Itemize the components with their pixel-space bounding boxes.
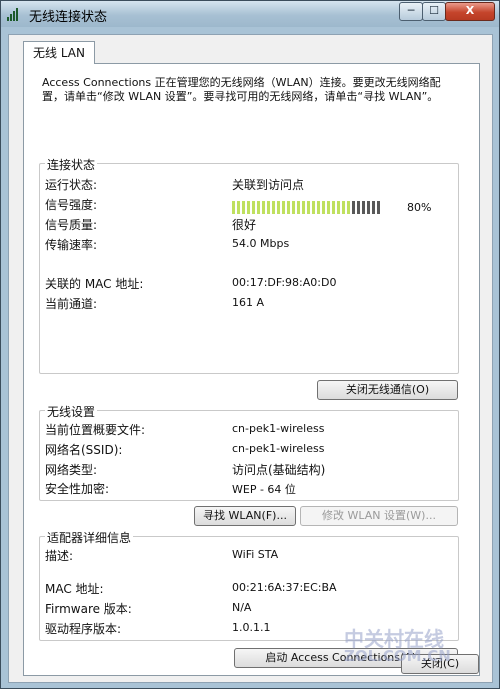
watermark-url-text: ZOL.COM.CN <box>344 647 451 665</box>
signal-bar-segment <box>312 201 315 214</box>
signal-bar-segment <box>367 201 370 214</box>
signal-bar-segment <box>342 201 345 214</box>
signal-bar-segment <box>272 201 275 214</box>
signal-bar-segment <box>337 201 340 214</box>
group-legend: 无线设置 <box>45 403 98 420</box>
signal-quality-label: 信号质量: <box>45 218 98 232</box>
signal-bar-segment <box>282 201 285 214</box>
signal-bar-segment <box>267 201 270 214</box>
maximize-button[interactable]: ☐ <box>422 2 446 21</box>
close-icon: X <box>465 4 475 17</box>
signal-bar-segment <box>237 201 240 214</box>
tab-wireless-lan[interactable]: 无线 LAN <box>23 41 95 64</box>
adapter-mac-value: 00:21:6A:37:EC:BA <box>232 581 337 594</box>
location-profile-value: cn-pek1-wireless <box>232 422 325 435</box>
connection-status-group: 连接状态 运行状态: 关联到访问点 信号强度: 80% 信号质量: 很好 传输速… <box>39 156 459 374</box>
signal-bar-segment <box>257 201 260 214</box>
firmware-version-value: N/A <box>232 601 252 614</box>
signal-bar-segment <box>242 201 245 214</box>
current-channel-value: 161 A <box>232 296 265 309</box>
network-type-value: 访问点(基础结构) <box>232 463 326 477</box>
signal-bar-segment <box>302 201 305 214</box>
signal-bar-segment <box>317 201 320 214</box>
disable-wireless-button[interactable]: 关闭无线通信(O) <box>317 380 458 400</box>
signal-bar-segment <box>247 201 250 214</box>
client-area: 无线 LAN Access Connections 正在管理您的无线网络（WLA… <box>8 34 493 683</box>
security-value: WEP - 64 位 <box>232 483 296 496</box>
signal-bar-segment <box>357 201 360 214</box>
run-status-value: 关联到访问点 <box>232 178 305 192</box>
signal-bar-segment <box>332 201 335 214</box>
current-channel-label: 当前通道: <box>45 297 98 311</box>
driver-version-label: 驱动程序版本: <box>45 622 122 636</box>
security-label: 安全性加密: <box>45 482 110 496</box>
firmware-version-label: Firmware 版本: <box>45 602 132 616</box>
signal-bar-segment <box>307 201 310 214</box>
signal-bar-segment <box>297 201 300 214</box>
ssid-label: 网络名(SSID): <box>45 443 123 457</box>
signal-quality-value: 很好 <box>232 218 257 232</box>
adapter-mac-label: MAC 地址: <box>45 582 104 596</box>
network-type-label: 网络类型: <box>45 463 98 477</box>
tab-panel: Access Connections 正在管理您的无线网络（WLAN）连接。要更… <box>23 63 480 676</box>
associated-mac-label: 关联的 MAC 地址: <box>45 277 144 291</box>
transfer-rate-value: 54.0 Mbps <box>232 237 290 250</box>
intro-text: Access Connections 正在管理您的无线网络（WLAN）连接。要更… <box>42 76 441 103</box>
minimize-button[interactable]: ─ <box>399 2 423 21</box>
signal-bar-segment <box>252 201 255 214</box>
signal-strength-label: 信号强度: <box>45 198 98 212</box>
description-value: WiFi STA <box>232 548 279 561</box>
modify-wlan-settings-button[interactable]: 修改 WLAN 设置(W)... <box>300 506 458 526</box>
signal-bar-segment <box>277 201 280 214</box>
minimize-icon: ─ <box>407 4 415 17</box>
signal-bar-segment <box>287 201 290 214</box>
signal-bar-segment <box>352 201 355 214</box>
transfer-rate-label: 传输速率: <box>45 238 98 252</box>
signal-strength-bar <box>232 201 385 214</box>
driver-version-value: 1.0.1.1 <box>232 621 271 634</box>
wireless-settings-group: 无线设置 当前位置概要文件: cn-pek1-wireless 网络名(SSID… <box>39 403 459 501</box>
signal-strength-value: 80% <box>407 201 432 214</box>
signal-bar-segment <box>362 201 365 214</box>
ssid-value: cn-pek1-wireless <box>232 442 325 455</box>
signal-bar-segment <box>327 201 330 214</box>
group-legend: 连接状态 <box>45 156 98 173</box>
run-status-label: 运行状态: <box>45 178 98 192</box>
signal-bar-segment <box>372 201 375 214</box>
window-title: 无线连接状态 <box>29 10 108 25</box>
signal-bar-segment <box>377 201 380 214</box>
associated-mac-value: 00:17:DF:98:A0:D0 <box>232 276 337 289</box>
signal-bar-segment <box>322 201 325 214</box>
signal-bar-segment <box>232 201 235 214</box>
location-profile-label: 当前位置概要文件: <box>45 423 146 437</box>
signal-bar-segment <box>347 201 350 214</box>
status-window: 无线连接状态 ─ ☐ X 无线 LAN Access Connections 正… <box>0 0 500 689</box>
signal-app-icon <box>7 7 21 21</box>
find-wlan-button[interactable]: 寻找 WLAN(F)... <box>194 506 296 526</box>
close-window-button[interactable]: X <box>445 2 495 21</box>
signal-bar-segment <box>292 201 295 214</box>
group-legend: 适配器详细信息 <box>45 529 134 546</box>
title-bar: 无线连接状态 ─ ☐ X <box>1 1 499 27</box>
maximize-icon: ☐ <box>429 4 439 17</box>
signal-bar-segment <box>262 201 265 214</box>
description-label: 描述: <box>45 549 74 563</box>
